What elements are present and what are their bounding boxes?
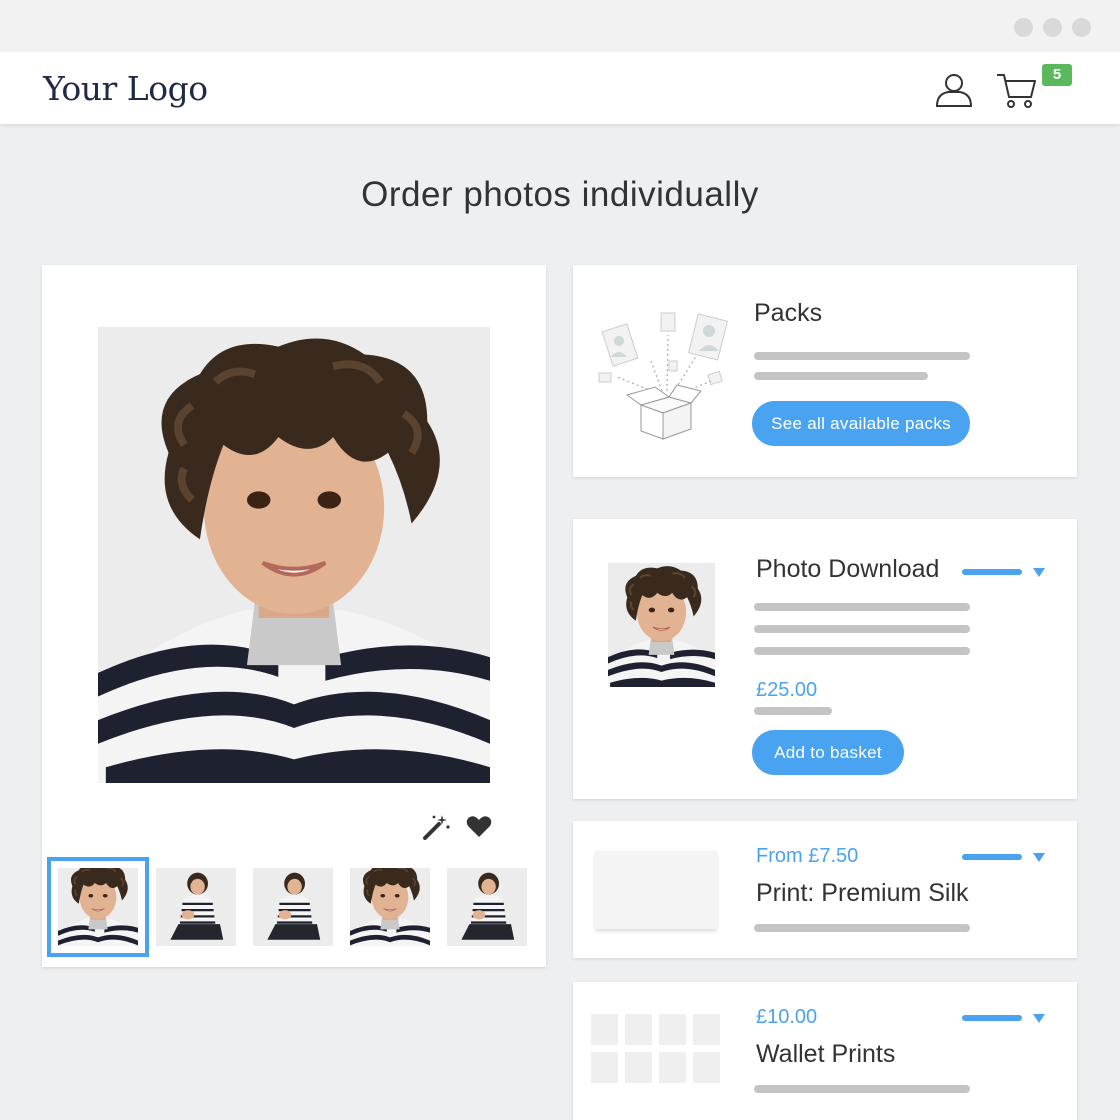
magic-wand-icon[interactable]	[422, 813, 452, 841]
user-icon[interactable]	[934, 70, 974, 110]
page-title: Order photos individually	[361, 175, 759, 214]
placeholder-line	[754, 924, 970, 932]
photo-download-price: £25.00	[756, 679, 818, 701]
chevron-down-icon[interactable]	[1033, 1014, 1045, 1023]
chevron-down-icon[interactable]	[1033, 853, 1045, 862]
cart-icon[interactable]	[995, 70, 1039, 110]
placeholder-line	[754, 352, 970, 360]
photo-download-card: Photo Download £25.00 Add to basket	[573, 519, 1077, 799]
logo[interactable]: Your Logo	[43, 69, 208, 108]
placeholder-line	[754, 647, 970, 655]
packs-card: Packs See all available packs	[573, 265, 1077, 477]
wallet-prints-price: £10.00	[756, 1006, 818, 1028]
wallet-prints-title: Wallet Prints	[756, 1040, 896, 1068]
placeholder-line	[754, 1085, 970, 1093]
thumbnail[interactable]	[447, 868, 527, 946]
packs-title: Packs	[754, 299, 823, 327]
print-premium-card: From £7.50 Print: Premium Silk	[573, 821, 1077, 958]
wallet-prints-card: £10.00 Wallet Prints	[573, 982, 1077, 1120]
placeholder-line	[754, 603, 970, 611]
window-dot-icon[interactable]	[1043, 18, 1062, 37]
cart-count-badge: 5	[1042, 64, 1072, 86]
add-to-basket-button[interactable]: Add to basket	[752, 730, 904, 775]
heart-icon[interactable]	[466, 815, 492, 839]
site-header: Your Logo 5	[0, 52, 1120, 124]
photo-download-title: Photo Download	[756, 555, 940, 583]
placeholder-line	[754, 707, 832, 715]
main-photo[interactable]	[98, 327, 490, 783]
thumbnail[interactable]	[253, 868, 333, 946]
photo-viewer-panel	[42, 265, 546, 967]
placeholder-line	[754, 625, 970, 633]
thumbnail[interactable]	[350, 868, 430, 946]
print-premium-price: From £7.50	[756, 845, 859, 867]
packs-box-icon	[598, 312, 728, 440]
see-all-packs-button[interactable]: See all available packs	[752, 401, 970, 446]
photo-download-thumbnail	[608, 563, 715, 687]
chevron-down-icon[interactable]	[1033, 568, 1045, 577]
option-select[interactable]	[962, 854, 1022, 860]
option-select[interactable]	[962, 569, 1022, 575]
print-premium-title: Print: Premium Silk	[756, 879, 969, 907]
thumbnail-selected[interactable]	[47, 857, 149, 957]
option-select[interactable]	[962, 1015, 1022, 1021]
window-dot-icon[interactable]	[1014, 18, 1033, 37]
browser-chrome	[0, 0, 1120, 52]
print-preview	[595, 851, 717, 929]
thumbnail[interactable]	[156, 868, 236, 946]
window-dot-icon[interactable]	[1072, 18, 1091, 37]
placeholder-line	[754, 372, 928, 380]
wallet-grid-preview	[591, 1014, 720, 1083]
